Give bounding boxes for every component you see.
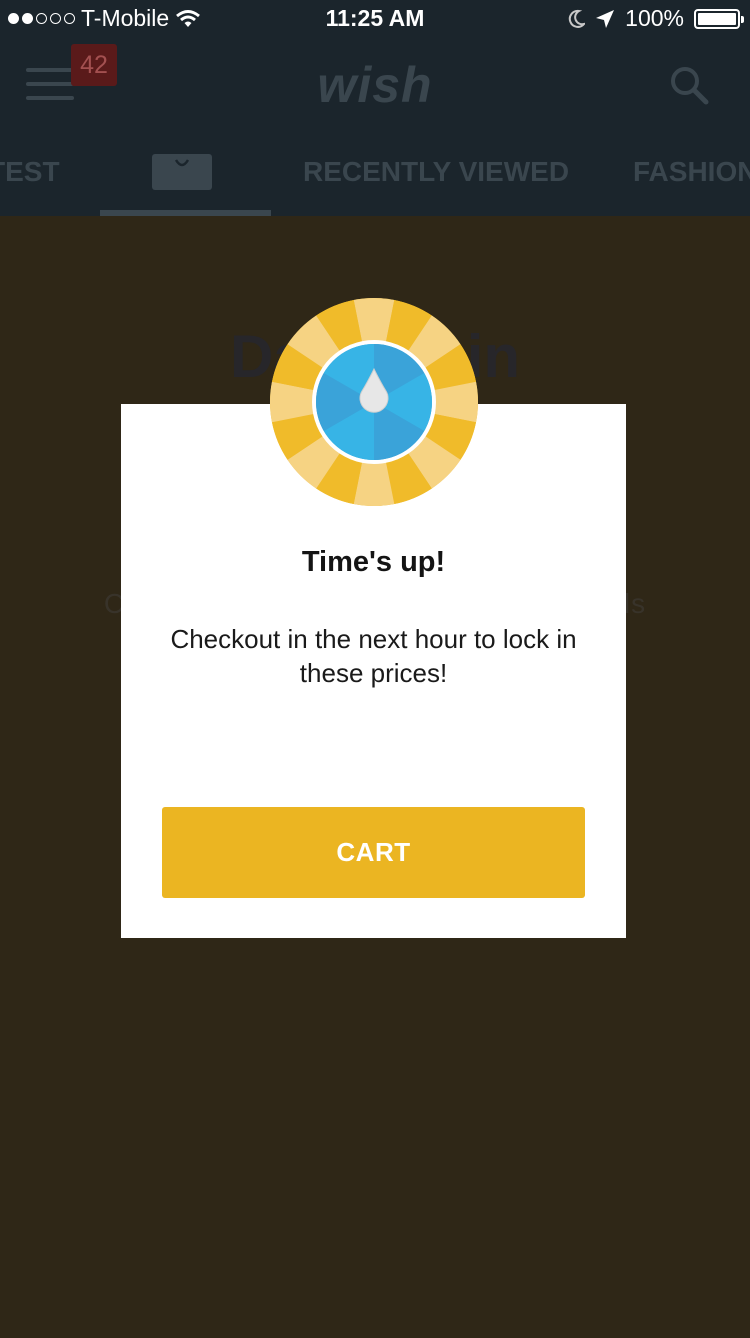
dialog-title: Time's up! (301, 546, 446, 578)
dialog-message: Checkout in the next hour to lock in the… (170, 624, 577, 688)
tab-test[interactable]: TEST (0, 156, 60, 188)
status-right: 100% (567, 5, 744, 32)
status-bar: T-Mobile 11:25 AM 100% (0, 0, 750, 38)
moon-icon (569, 9, 586, 28)
category-tabs: TEST RECENTLY VIEWED FASHION (0, 138, 750, 216)
battery-percent: 100% (625, 5, 684, 31)
cart-button[interactable]: CART (162, 807, 585, 898)
active-tab-indicator (100, 210, 271, 216)
tab-fashion[interactable]: FASHION (633, 156, 750, 188)
wish-logo: wish (317, 57, 433, 113)
shopping-bag-icon[interactable] (150, 150, 214, 192)
spin-wheel-icon (270, 298, 478, 506)
tab-recently-viewed[interactable]: RECENTLY VIEWED (303, 156, 569, 188)
search-icon[interactable] (668, 64, 712, 108)
location-icon (596, 9, 615, 28)
battery-icon (694, 8, 744, 29)
app-header: 42 wish TEST RECENTLY VIEWED FASHION (0, 38, 750, 216)
